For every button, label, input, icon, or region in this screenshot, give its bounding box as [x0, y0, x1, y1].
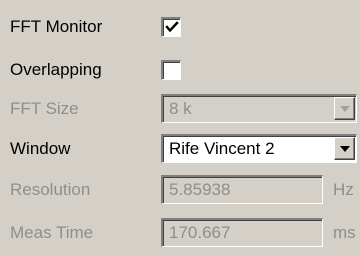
chevron-down-icon	[340, 106, 350, 112]
resolution-field[interactable]: 5.85938	[161, 175, 323, 204]
window-row: Window Rife Vincent 2	[0, 130, 360, 170]
fft-size-dropdown-button[interactable]	[334, 97, 355, 120]
fft-monitor-label: FFT Monitor	[10, 17, 103, 36]
overlapping-checkbox[interactable]	[161, 60, 181, 80]
fft-size-select[interactable]: 8 k	[161, 94, 357, 123]
fft-monitor-row: FFT Monitor	[0, 8, 360, 48]
chevron-down-icon	[340, 146, 350, 152]
window-dropdown-button[interactable]	[334, 137, 355, 160]
meas-time-value: 170.667	[169, 223, 231, 242]
window-label: Window	[10, 139, 71, 158]
overlapping-row: Overlapping	[0, 51, 360, 91]
fft-size-label: FFT Size	[10, 99, 79, 118]
resolution-value: 5.85938	[169, 180, 231, 199]
fft-monitor-checkbox[interactable]	[161, 17, 181, 37]
resolution-label: Resolution	[10, 180, 91, 199]
window-select[interactable]: Rife Vincent 2	[161, 134, 357, 163]
meas-time-label: Meas Time	[10, 223, 94, 242]
resolution-row: Resolution 5.85938 Hz	[0, 171, 360, 211]
fft-size-value: 8 k	[169, 99, 192, 118]
window-value: Rife Vincent 2	[169, 139, 275, 158]
checkmark-icon	[165, 21, 179, 33]
overlapping-label: Overlapping	[10, 60, 102, 79]
meas-time-row: Meas Time 170.667 ms	[0, 214, 360, 254]
meas-time-unit: ms	[333, 223, 356, 242]
meas-time-field[interactable]: 170.667	[161, 218, 323, 247]
fft-size-row: FFT Size 8 k	[0, 90, 360, 130]
resolution-unit: Hz	[333, 180, 354, 199]
